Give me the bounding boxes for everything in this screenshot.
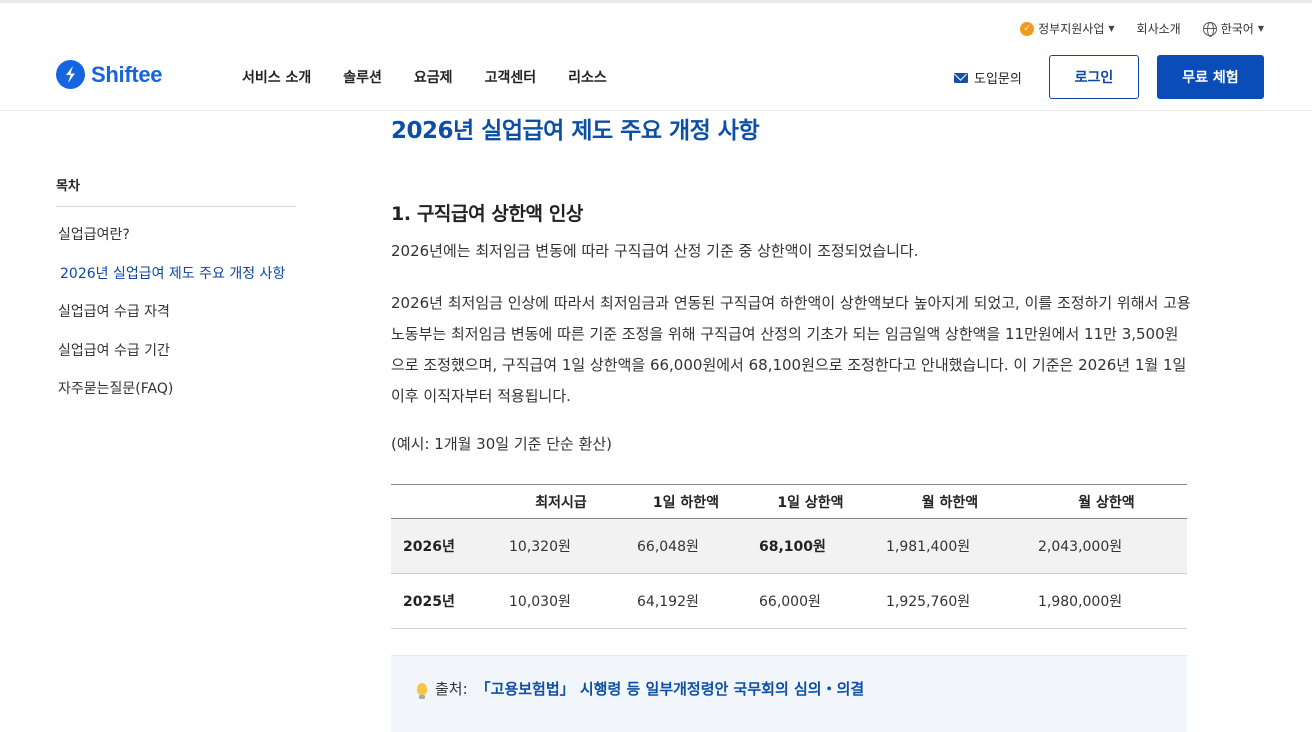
shiftee-logo-icon <box>56 60 85 89</box>
caret-down-icon: ▼ <box>1108 24 1115 33</box>
nav-item-service[interactable]: 서비스 소개 <box>242 67 311 87</box>
table-header-daily-max: 1일 상한액 <box>777 494 844 511</box>
table-cell: 1,980,000원 <box>1038 594 1123 610</box>
globe-icon <box>1202 21 1217 37</box>
inquiry-label: 도입문의 <box>974 72 1022 87</box>
table-cell-year: 2025년 <box>403 594 455 610</box>
nav-item-solution[interactable]: 솔루션 <box>343 67 382 87</box>
caret-down-icon: ▼ <box>1257 24 1264 33</box>
table-cell: 66,048원 <box>637 539 699 555</box>
company-link[interactable]: 회사소개 <box>1137 20 1181 37</box>
table-row: 2026년 10,320원 66,048원 68,100원 1,981,400원… <box>391 518 1187 574</box>
verified-badge-icon: ✓ <box>1020 21 1035 36</box>
toc-item-2026-changes[interactable]: 2026년 실업급여 제도 주요 개정 사항 <box>58 263 285 302</box>
paragraph-detail: 2026년 최저임금 인상에 따라서 최저임금과 연동된 구직급여 하한액이 상… <box>391 294 1191 405</box>
logo[interactable]: Shiftee <box>56 60 163 89</box>
language-label: 한국어 <box>1220 22 1254 36</box>
table-cell: 66,000원 <box>759 594 821 610</box>
table-header-min-wage: 최저시급 <box>535 494 587 511</box>
toc-item-eligibility[interactable]: 실업급여 수급 자격 <box>58 301 285 340</box>
page: ✓ 정부지원사업 ▼ 회사소개 한국어 ▼ Shiftee 서비스 소개 솔루션… <box>0 0 1312 732</box>
nav-item-support[interactable]: 고객센터 <box>485 67 537 87</box>
utility-nav: ✓ 정부지원사업 ▼ 회사소개 한국어 ▼ <box>1020 20 1264 37</box>
table-cell: 1,925,760원 <box>886 594 971 610</box>
paragraph-intro: 2026년에는 최저임금 변동에 따라 구직급여 산정 기준 중 상한액이 조정… <box>391 242 919 260</box>
toc-item-duration[interactable]: 실업급여 수급 기간 <box>58 340 285 379</box>
table-cell-year: 2026년 <box>403 539 455 555</box>
main-nav: 서비스 소개 솔루션 요금제 고객센터 리소스 <box>242 67 607 87</box>
subsection-heading: 1. 구직급여 상한액 인상 <box>391 203 584 225</box>
site-header: ✓ 정부지원사업 ▼ 회사소개 한국어 ▼ Shiftee 서비스 소개 솔루션… <box>0 0 1312 111</box>
inquiry-link[interactable]: 도입문의 <box>954 68 1022 87</box>
gov-support-label: 정부지원사업 <box>1038 22 1105 36</box>
table-header-monthly-max: 월 상한액 <box>1078 494 1135 511</box>
table-cell: 1,981,400원 <box>886 539 971 555</box>
table-header-daily-min: 1일 하한액 <box>652 494 720 511</box>
language-select[interactable]: 한국어 ▼ <box>1202 20 1264 37</box>
section-heading: 2026년 실업급여 제도 주요 개정 사항 <box>391 118 760 144</box>
table-cell: 10,030원 <box>509 594 571 610</box>
toc-list: 실업급여란? 2026년 실업급여 제도 주요 개정 사항 실업급여 수급 자격… <box>58 224 285 417</box>
toc-item-faq[interactable]: 자주묻는질문(FAQ) <box>58 378 285 417</box>
lightbulb-icon <box>417 682 427 699</box>
logo-text: Shiftee <box>91 61 163 87</box>
table-cell-highlight: 68,100원 <box>759 539 826 555</box>
table-header-empty <box>391 485 497 519</box>
source-box: 출처: 「고용보험법」 시행령 등 일부개정령안 국무회의 심의・의결 <box>391 655 1187 732</box>
source-prefix: 출처: <box>435 680 468 698</box>
table-header-monthly-min: 월 하한액 <box>921 494 979 511</box>
nav-item-pricing[interactable]: 요금제 <box>414 67 453 87</box>
source-line: 출처: 「고용보험법」 시행령 등 일부개정령안 국무회의 심의・의결 <box>417 678 864 699</box>
toc-item-what-is[interactable]: 실업급여란? <box>58 224 285 263</box>
free-trial-button[interactable]: 무료 체험 <box>1157 55 1264 99</box>
company-label: 회사소개 <box>1136 22 1181 36</box>
nav-item-resources[interactable]: 리소스 <box>568 67 607 87</box>
mail-icon <box>954 72 968 83</box>
toc-title: 목차 <box>56 179 80 194</box>
table-cell: 64,192원 <box>637 594 699 610</box>
source-link[interactable]: 「고용보험법」 시행령 등 일부개정령안 국무회의 심의・의결 <box>476 678 865 699</box>
paragraph-example-note: (예시: 1개월 30일 기준 단순 환산) <box>391 435 613 453</box>
gov-support-menu[interactable]: ✓ 정부지원사업 ▼ <box>1020 20 1115 37</box>
login-button[interactable]: 로그인 <box>1049 55 1139 99</box>
table-cell: 10,320원 <box>509 539 571 555</box>
toc-divider <box>56 206 296 207</box>
table-header-row: 최저시급 1일 하한액 1일 상한액 월 하한액 월 상한액 <box>391 484 1187 519</box>
benefit-table: 최저시급 1일 하한액 1일 상한액 월 하한액 월 상한액 2026년 10,… <box>391 484 1187 629</box>
table-cell: 2,043,000원 <box>1038 539 1123 555</box>
table-row: 2025년 10,030원 64,192원 66,000원 1,925,760원… <box>391 574 1187 629</box>
